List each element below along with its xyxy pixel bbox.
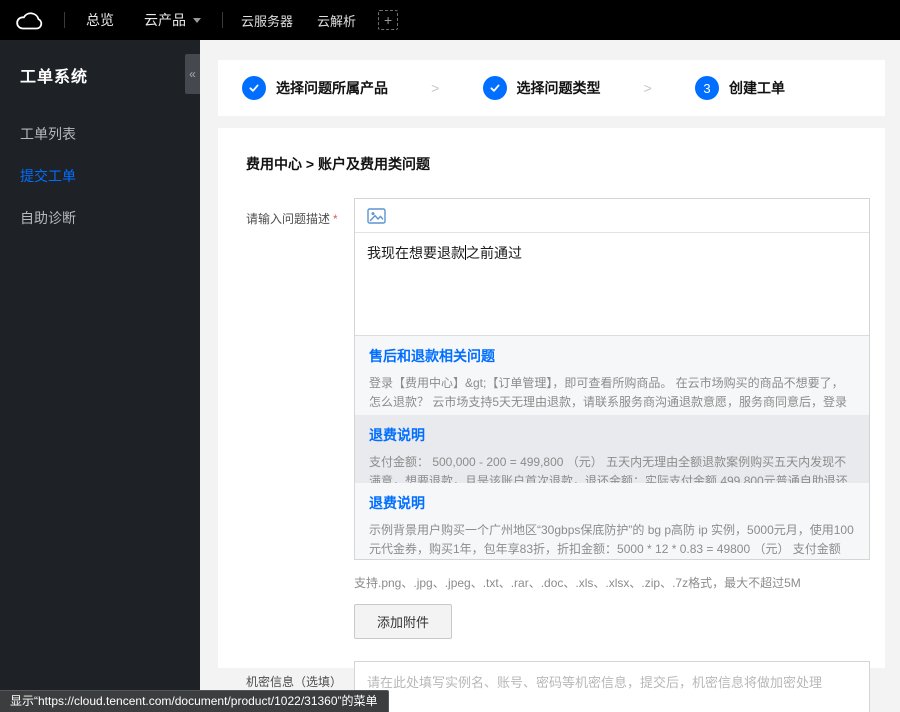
add-shortcut-button[interactable]: + (378, 10, 399, 30)
add-attachment-button[interactable]: 添加附件 (354, 604, 453, 639)
nav-item-label: 云产品 (144, 12, 186, 28)
check-icon (490, 84, 499, 92)
suggestion-title-link[interactable]: 售后和退款相关问题 (369, 346, 855, 366)
step-label: 创建工单 (729, 80, 785, 96)
secret-field (354, 661, 870, 712)
sidebar-title: 工单系统 (20, 69, 89, 86)
description-label: 请输入问题描述 * (246, 198, 354, 639)
nav-item-overview[interactable]: 总览 (71, 0, 129, 40)
suggestion-title-link[interactable]: 退费说明 (369, 493, 855, 513)
required-mark: * (333, 212, 338, 226)
sidebar-menu: 工单列表 提交工单 自助诊断 (0, 113, 200, 239)
suggestion-panel: 售后和退款相关问题 登录【费用中心】&gt;【订单管理】，即可查看所购商品。 在… (355, 335, 869, 559)
check-icon (249, 84, 259, 92)
description-label-text: 请输入问题描述 (246, 212, 331, 226)
topnav-divider (64, 12, 65, 28)
caret-down-icon (193, 17, 201, 23)
suggestion-snippet: 支付金额： 500,000 - 200 = 499,800 （元） 五天内无理由… (369, 455, 848, 483)
suggestion-item[interactable]: 售后和退款相关问题 登录【费用中心】&gt;【订单管理】，即可查看所购商品。 在… (355, 336, 869, 415)
suggestion-item[interactable]: 退费说明 支付金额： 500,000 - 200 = 499,800 （元） 五… (355, 415, 869, 483)
collapse-arrows-icon: « (189, 67, 196, 81)
ticket-form-card: 费用中心 > 账户及费用类问题 请输入问题描述 * 我现在想要退款之前通过 售后… (218, 128, 885, 712)
cloud-icon (16, 12, 43, 30)
step-select-product: 选择问题所属产品 (242, 76, 388, 100)
secret-input[interactable] (354, 661, 870, 712)
description-input[interactable]: 我现在想要退款之前通过 (355, 233, 869, 335)
step-select-type: 选择问题类型 (482, 76, 601, 100)
tencent-cloud-logo-icon[interactable] (0, 0, 58, 40)
step-done-circle (482, 76, 507, 100)
suggestion-snippet: 登录【费用中心】&gt;【订单管理】，即可查看所购商品。 在云市场购买的商品不想… (369, 376, 848, 409)
main-content: 选择问题所属产品 > 选择问题类型 > 3 创建工单 费用中心 > 账户及费用类… (200, 40, 900, 712)
attachment-format-hint: 支持.png、.jpg、.jpeg、.txt、.rar、.doc、.xls、.x… (354, 576, 801, 590)
step-separator-icon: > (643, 80, 652, 96)
step-create-ticket: 3 创建工单 (695, 76, 785, 100)
sidebar: 工单系统 « 工单列表 提交工单 自助诊断 (0, 40, 200, 712)
typed-text: 之前通过 (466, 245, 522, 261)
top-navbar: 总览 云产品 云服务器 云解析 + (0, 0, 900, 40)
nav-item-cloud-products[interactable]: 云产品 (129, 0, 216, 40)
suggestion-item[interactable]: 退费说明 示例背景用户购买一个广州地区“30gbps保底防护”的 bg p高防 … (355, 483, 869, 559)
topnav-divider (222, 12, 223, 28)
plus-icon: + (383, 12, 393, 28)
sidebar-collapse-button[interactable]: « (185, 54, 200, 94)
editor-toolbar (355, 199, 869, 233)
steps-bar: 选择问题所属产品 > 选择问题类型 > 3 创建工单 (218, 60, 885, 116)
image-icon (367, 207, 386, 224)
suggestion-snippet: 示例背景用户购买一个广州地区“30gbps保底防护”的 bg p高防 ip 实例… (369, 523, 854, 556)
nav-item-dns[interactable]: 云解析 (305, 0, 368, 40)
step-label: 选择问题所属产品 (276, 80, 388, 96)
step-separator-icon: > (431, 80, 440, 96)
browser-status-bar: 显示“https://cloud.tencent.com/document/pr… (0, 690, 389, 712)
insert-image-button[interactable] (367, 207, 386, 224)
step-done-circle (242, 76, 266, 100)
typed-text: 我现在想要退款 (367, 245, 465, 261)
nav-item-cvm[interactable]: 云服务器 (229, 0, 305, 40)
description-editor: 我现在想要退款之前通过 售后和退款相关问题 登录【费用中心】&gt;【订单管理】… (354, 198, 870, 560)
step-number-circle: 3 (695, 76, 719, 100)
sidebar-item-submit-ticket[interactable]: 提交工单 (0, 155, 200, 197)
description-field: 我现在想要退款之前通过 售后和退款相关问题 登录【费用中心】&gt;【订单管理】… (354, 198, 870, 639)
sidebar-item-self-diagnosis[interactable]: 自助诊断 (0, 197, 200, 239)
sidebar-item-ticket-list[interactable]: 工单列表 (0, 113, 200, 155)
step-label: 选择问题类型 (516, 80, 601, 96)
description-row: 请输入问题描述 * 我现在想要退款之前通过 售后和退款相关问题 登录【费用中心】… (246, 198, 870, 639)
suggestion-title-link[interactable]: 退费说明 (369, 425, 855, 445)
category-breadcrumb: 费用中心 > 账户及费用类问题 (246, 156, 430, 172)
